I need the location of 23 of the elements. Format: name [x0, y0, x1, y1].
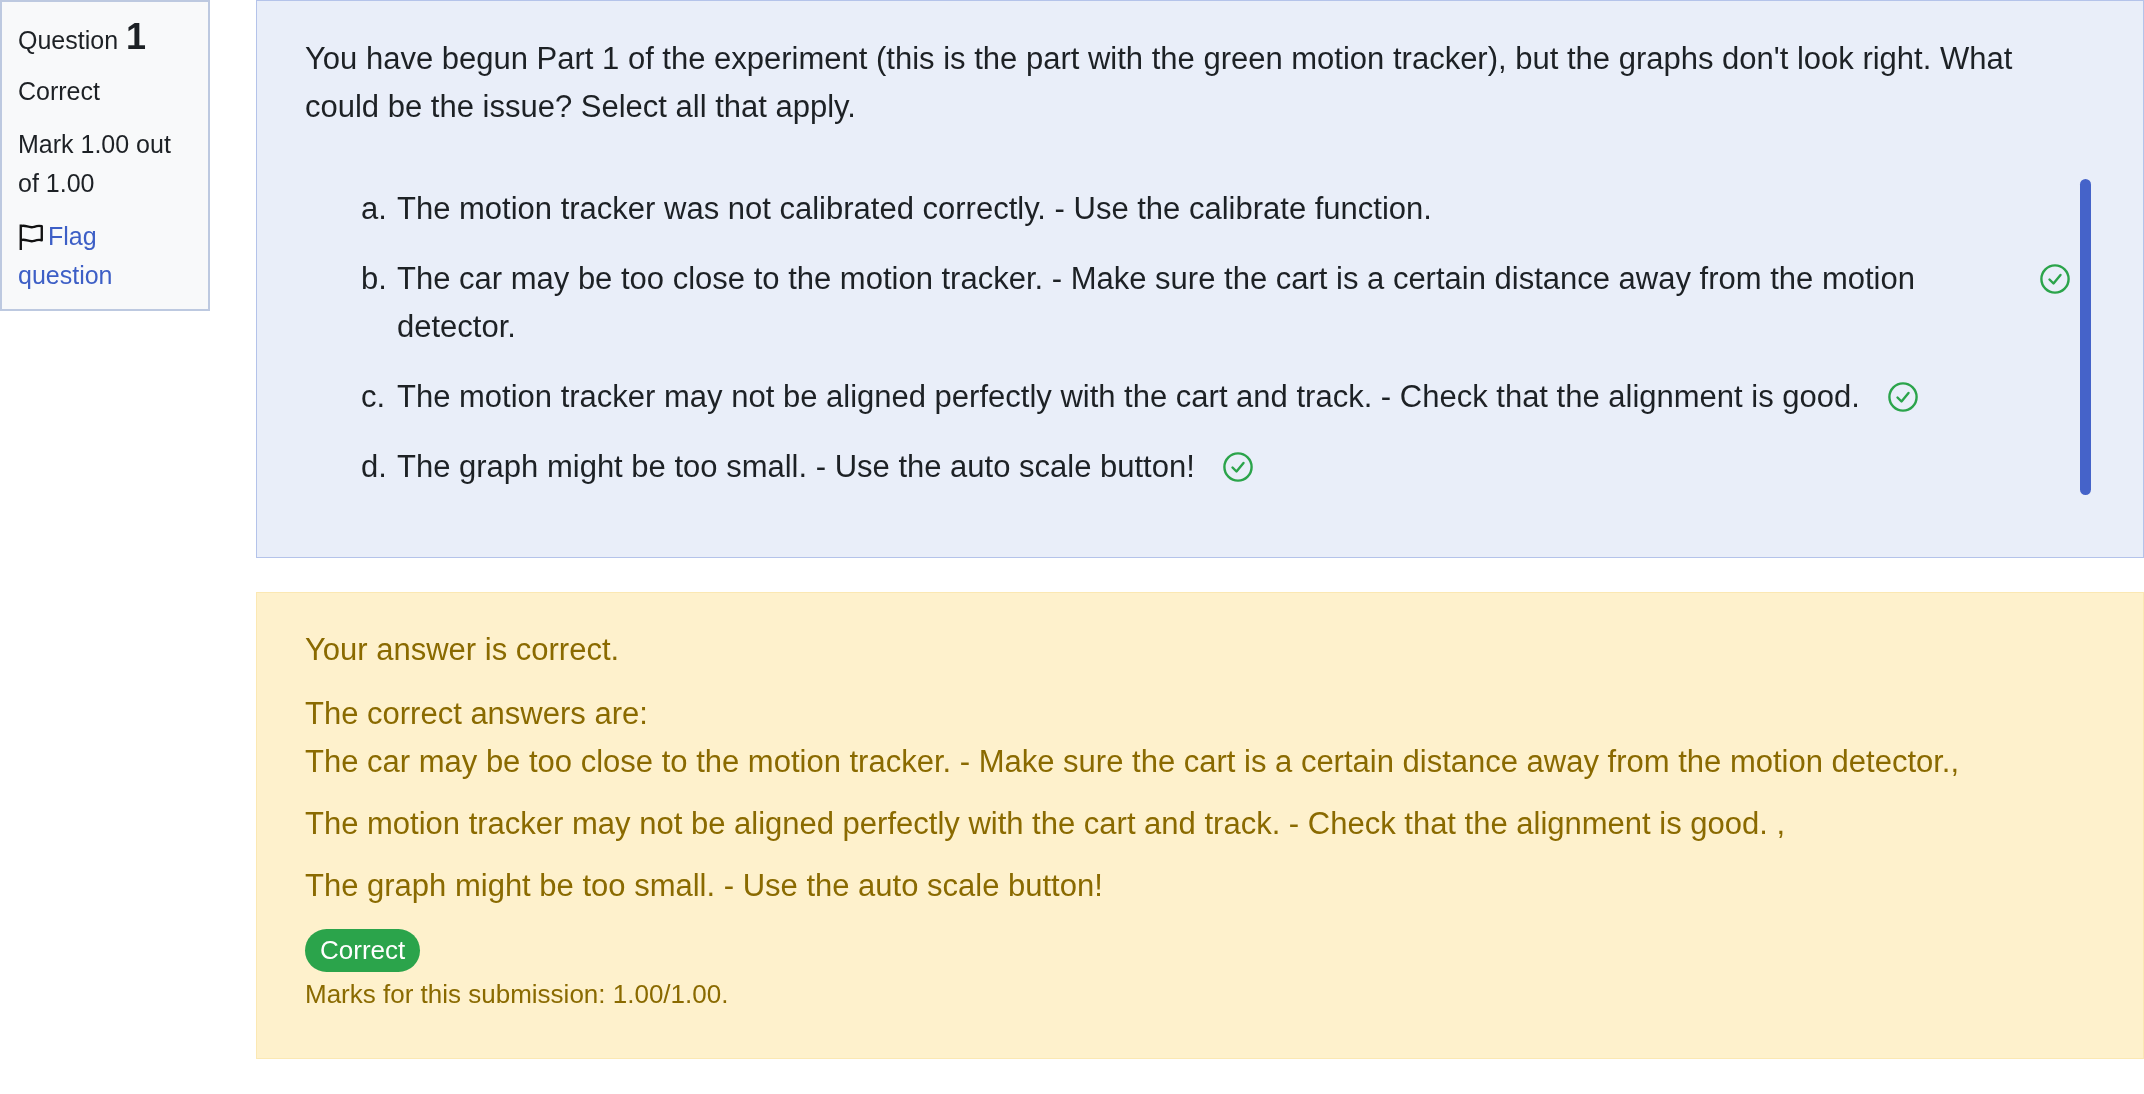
option-text: The motion tracker was not calibrated correctly. - Use the calibrate function. [397, 190, 1432, 228]
correct-answers-heading: The correct answers are: [305, 695, 649, 733]
option-text: The motion tracker may not be aligned perfectly with the cart and track. - Check that the alignment is good. [397, 378, 1860, 416]
question-state: Correct [18, 76, 101, 107]
option-letter: c. [361, 378, 387, 416]
option-text: The graph might be too small. - Use the auto scale button! [397, 448, 1195, 486]
correct-badge: Correct [305, 929, 421, 972]
option-letter: b. [361, 260, 388, 298]
flag-question-link[interactable]: Flag question [18, 217, 196, 295]
correct-answer-text: The graph might be too small. - Use the auto scale button! [305, 867, 1104, 905]
question-number: 1 [126, 15, 147, 59]
correct-answer-text: The motion tracker may not be aligned perfectly with the cart and track. - Check that the alignment is good. , [305, 805, 1787, 843]
question-text: You have begun Part 1 of the experiment (this is the part with the green motion tracker), but the graphs don't look right. What could be the issue? Select all that apply. [305, 40, 2014, 126]
flag-icon [18, 223, 44, 251]
option-text: The car may be too close to the motion tracker. - Make sure the cart is a certain distance away from the motion detector. [397, 260, 1916, 346]
correct-answer-text: The car may be too close to the motion tracker. - Make sure the cart is a certain distance away from the motion detector., [305, 743, 1961, 781]
question-label: Question [18, 25, 119, 56]
feedback-text: Your answer is correct. [305, 631, 621, 669]
scrollbar-thumb[interactable] [2080, 179, 2091, 495]
question-grade: Mark 1.00 out of 1.00 [18, 129, 172, 199]
marks-text: Marks for this submission: 1.00/1.00. [305, 978, 730, 1010]
option-letter: a. [361, 190, 388, 228]
option-letter: d. [361, 448, 388, 486]
